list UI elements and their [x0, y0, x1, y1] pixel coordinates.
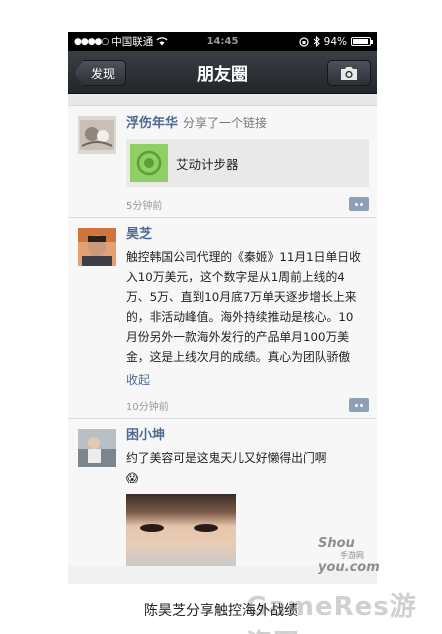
photo-eye: [140, 524, 164, 532]
navigation-bar: 发现 朋友圈: [68, 51, 377, 94]
image-caption: 陈昊芝分享触控海外战绩: [144, 603, 298, 619]
battery-icon: [351, 37, 373, 46]
post-text: 约了美容可是这鬼天儿又好懒得出门啊 😱: [126, 448, 364, 488]
camera-icon: [341, 66, 357, 80]
comment-button[interactable]: [349, 197, 369, 211]
link-title: 艾动计步器: [176, 156, 239, 172]
comment-button[interactable]: [349, 398, 369, 412]
wifi-icon: [156, 37, 168, 46]
moments-feed: 浮伤年华 分享了一个链接 艾动计步器 5分钟前 昊芝 触控韩国公司代理的《秦姬》1…: [68, 94, 377, 566]
moment-post: 浮伤年华 分享了一个链接 艾动计步器 5分钟前: [68, 106, 377, 218]
author-name[interactable]: 困小坤: [126, 428, 165, 443]
status-bar: ●●●●○ 中国联通 14:45 94%: [68, 32, 377, 51]
shared-link-card[interactable]: 艾动计步器: [126, 139, 369, 187]
avatar[interactable]: [78, 116, 116, 154]
back-button[interactable]: 发现: [74, 60, 127, 86]
signal-icon: ●●●●○: [74, 36, 109, 47]
scream-emoji-icon: 😱: [126, 471, 139, 485]
phone-screen: ●●●●○ 中国联通 14:45 94% 发现 朋友圈 浮伤年华分享了一个链接: [68, 32, 377, 584]
carrier-label: 中国联通: [111, 36, 154, 48]
post-author[interactable]: 浮伤年华 分享了一个链接: [126, 114, 369, 133]
battery-fill: [353, 39, 369, 44]
bluetooth-icon: [313, 36, 320, 47]
pedometer-app-icon: [136, 150, 162, 176]
camera-button[interactable]: [327, 60, 371, 86]
post-meta: 5分钟前: [126, 191, 369, 217]
photo-eye: [194, 524, 218, 532]
avatar[interactable]: [78, 228, 116, 266]
post-time: 5分钟前: [126, 200, 163, 212]
cover-edge: [68, 94, 377, 106]
share-action: 分享了一个链接: [183, 116, 268, 130]
app-thumbnail: [130, 144, 168, 182]
post-text-content: 约了美容可是这鬼天儿又好懒得出门啊: [126, 451, 327, 465]
moment-post: 昊芝 触控韩国公司代理的《秦姬》11月1日单日收入10万美元，这个数字是从1周前…: [68, 218, 377, 419]
avatar[interactable]: [78, 429, 116, 467]
author-name[interactable]: 浮伤年华: [126, 116, 178, 131]
post-time: 10分钟前: [126, 401, 169, 413]
watermark-logo: Shou 手游网 you.com: [318, 536, 380, 575]
post-text: 触控韩国公司代理的《秦姬》11月1日单日收入10万美元，这个数字是从1周前上线的…: [126, 250, 361, 364]
battery-percent: 94%: [323, 35, 347, 48]
collapse-link[interactable]: 收起: [126, 371, 369, 388]
post-author[interactable]: 昊芝: [126, 226, 369, 244]
post-photo[interactable]: [126, 494, 236, 566]
post-author[interactable]: 困小坤: [126, 427, 369, 445]
post-meta: 10分钟前: [126, 392, 369, 418]
author-name[interactable]: 昊芝: [126, 227, 152, 242]
lock-rotation-icon: [299, 36, 309, 47]
page-title: 朋友圈: [197, 64, 248, 85]
